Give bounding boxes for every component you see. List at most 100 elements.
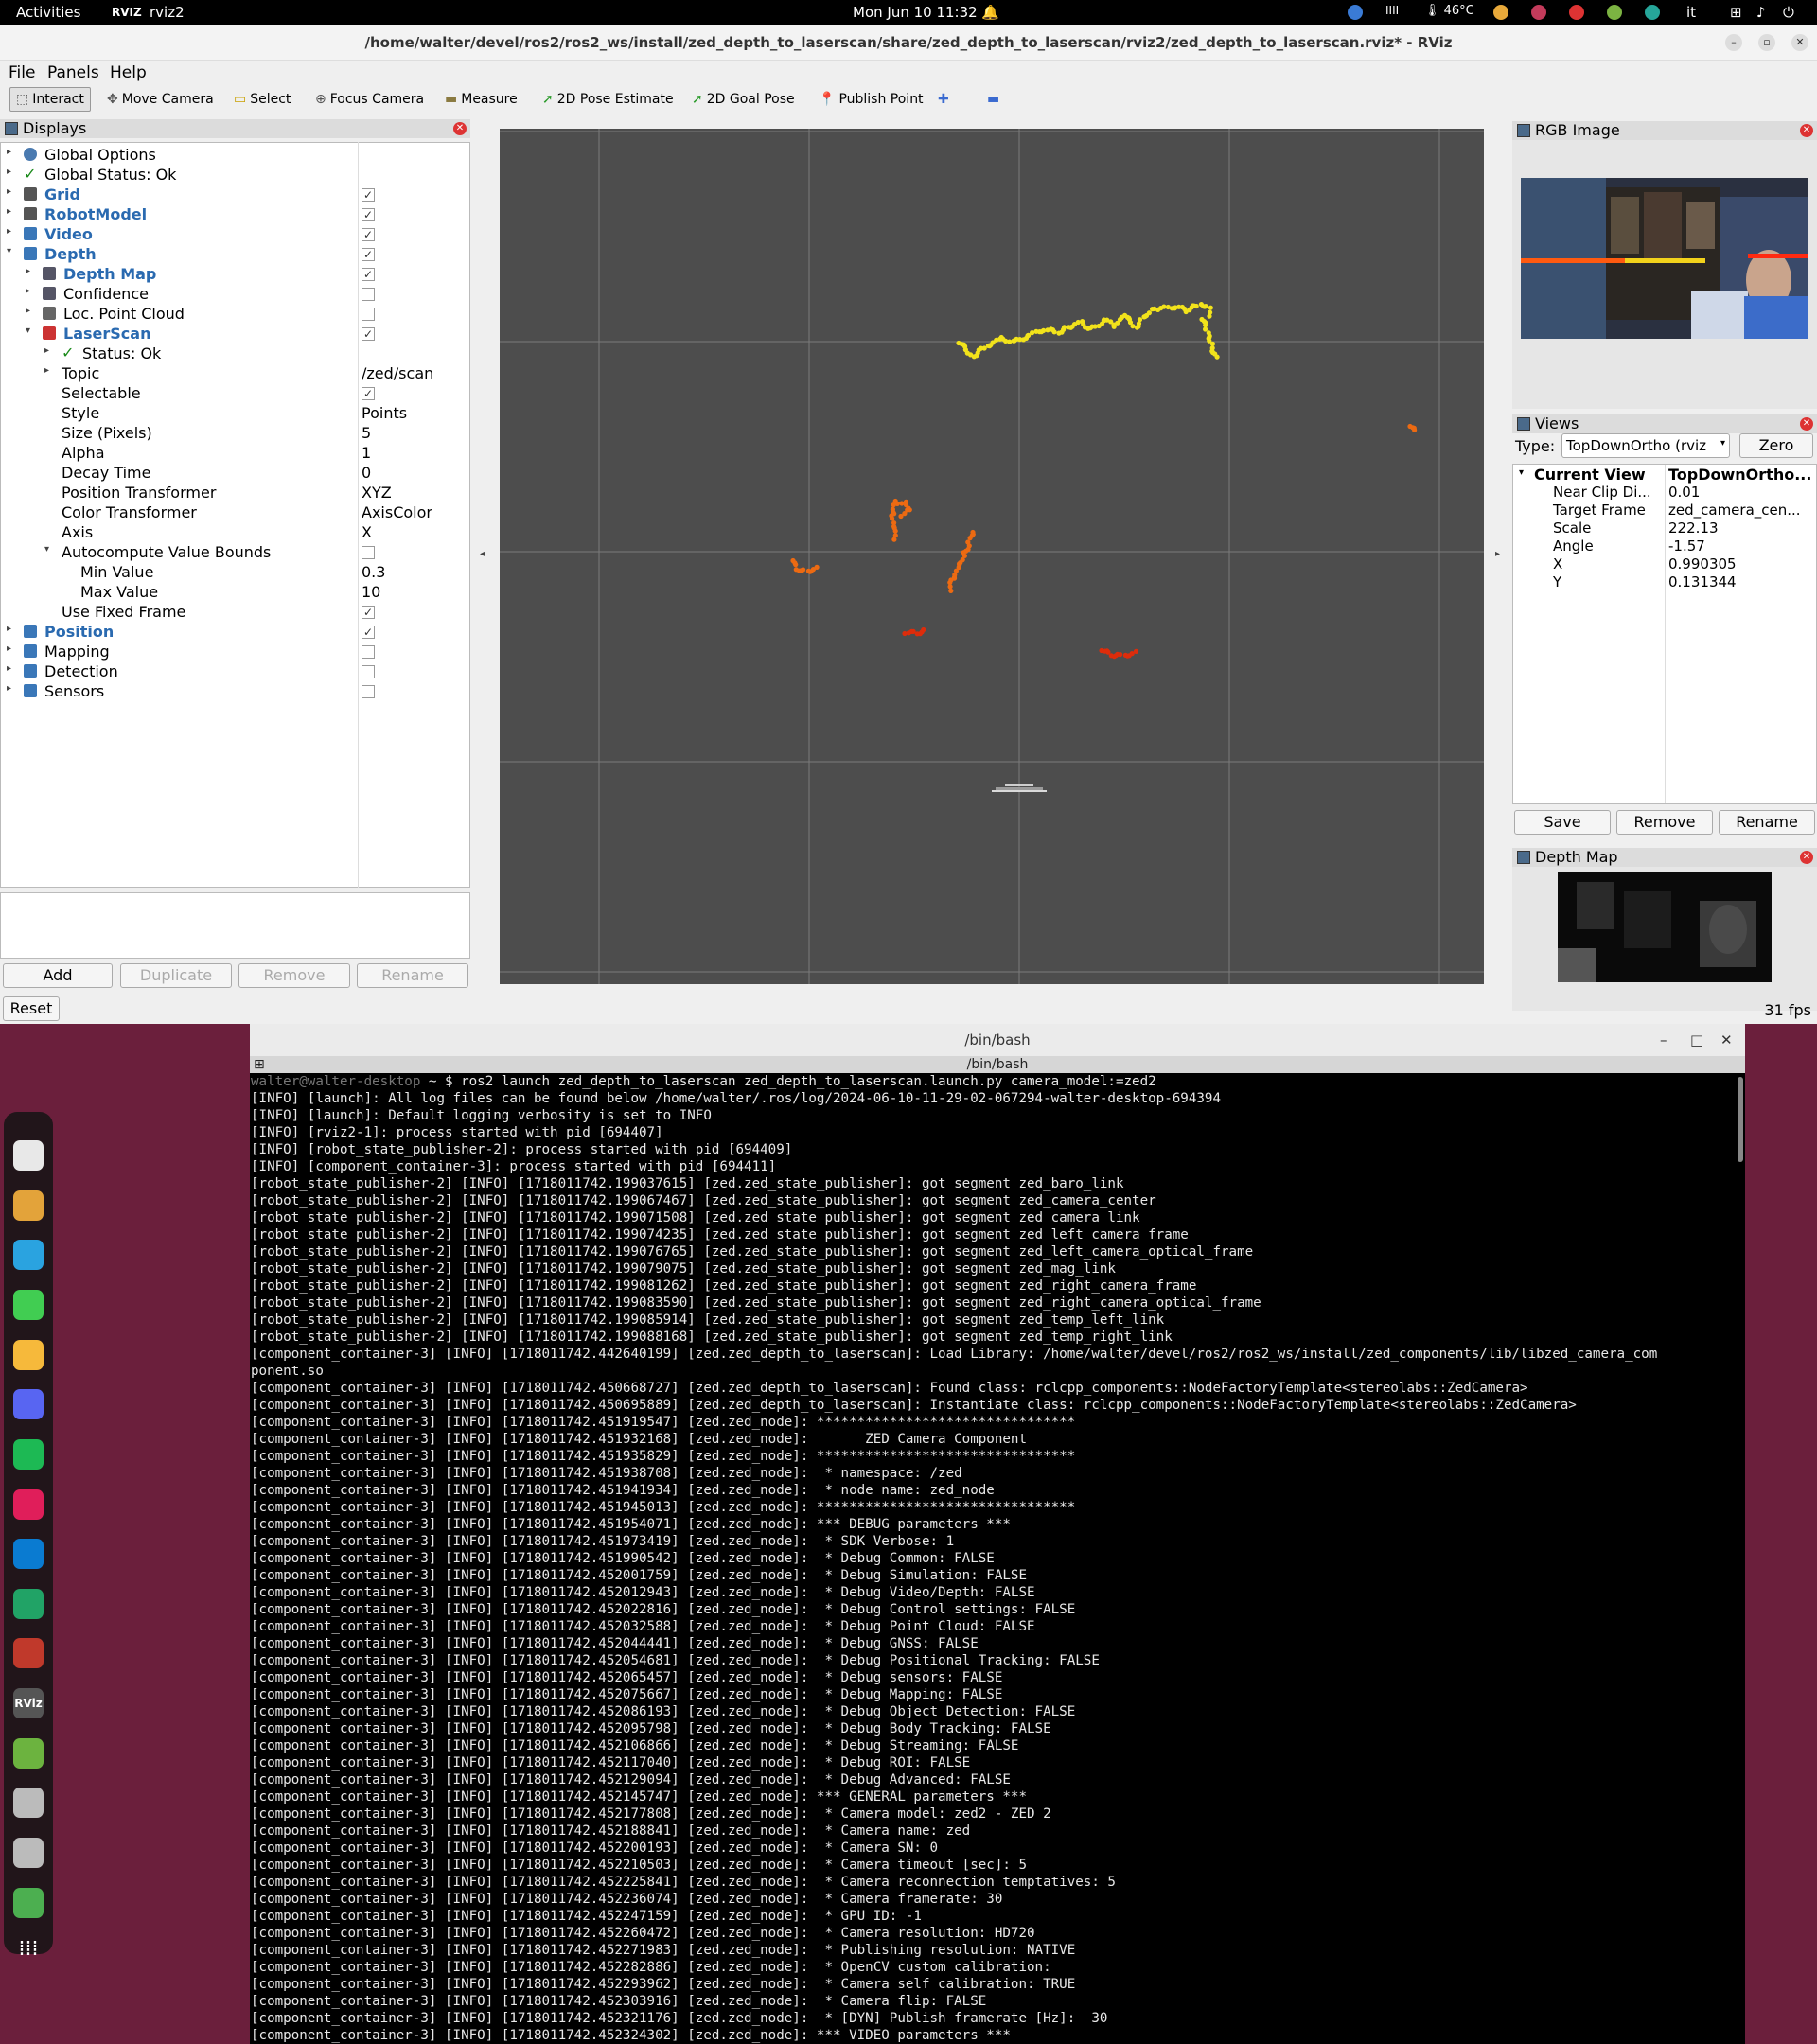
tree-row[interactable]: Position Transformer XYZ [1, 483, 469, 502]
sync-tray-icon[interactable] [1645, 5, 1660, 20]
expand-arrow-icon[interactable]: ▸ [7, 226, 11, 237]
terminal-scrollbar[interactable] [1738, 1077, 1743, 1162]
tree-row[interactable]: ▸ Video ✓ [1, 224, 469, 244]
new-tab-icon[interactable]: ⊞ [254, 1056, 265, 1073]
chrome-tray-icon[interactable] [1493, 5, 1508, 20]
checkbox[interactable] [362, 665, 375, 678]
expand-arrow-icon[interactable]: ▸ [7, 167, 11, 177]
tree-value[interactable]: 10 [362, 583, 380, 601]
expand-arrow-icon[interactable]: ▾ [1519, 467, 1524, 478]
tree-value[interactable]: XYZ [362, 484, 392, 502]
telegram-icon[interactable] [13, 1240, 44, 1271]
tree-value[interactable]: AxisColor [362, 503, 432, 521]
apps-grid-icon[interactable]: ⁞⁞⁞ [13, 1937, 44, 1967]
checkbox[interactable] [362, 546, 375, 559]
expand-arrow-icon[interactable]: ▸ [7, 624, 11, 634]
ssd2-icon[interactable] [13, 1837, 44, 1868]
views-rename-button[interactable]: Rename [1719, 810, 1815, 835]
terminal-tab[interactable]: ⊞ /bin/bash [250, 1056, 1745, 1073]
right-collapse-arrow-icon[interactable]: ▸ [1495, 549, 1500, 559]
presentation-icon[interactable] [13, 1638, 44, 1669]
trash-icon[interactable] [13, 1887, 44, 1918]
views-remove-button[interactable]: Remove [1616, 810, 1713, 835]
tree-row[interactable]: ▾ Autocompute Value Bounds [1, 542, 469, 562]
tree-row[interactable]: Axis X [1, 522, 469, 542]
menu-help[interactable]: Help [110, 63, 147, 82]
remove-tool-button[interactable]: ▬ [980, 87, 1006, 112]
clock[interactable]: Mon Jun 10 11:32 [853, 4, 978, 21]
tree-row[interactable]: Decay Time 0 [1, 463, 469, 483]
activities-button[interactable]: Activities [16, 4, 80, 21]
tool-2d-goal-pose[interactable]: ➚ 2D Goal Pose [685, 87, 802, 112]
view-type-select[interactable]: TopDownOrtho (rviz ▾ [1561, 433, 1730, 458]
expand-arrow-icon[interactable]: ▸ [26, 306, 30, 316]
tree-row[interactable]: ▸ Global Options [1, 145, 469, 165]
tree-value[interactable]: 0 [362, 464, 371, 482]
tool-measure[interactable]: ▬ Measure [438, 87, 524, 112]
tree-row[interactable]: ▸ Detection [1, 661, 469, 681]
checkbox[interactable]: ✓ [362, 606, 375, 619]
tool-interact[interactable]: ⬚ Interact [9, 87, 91, 112]
remove-button[interactable]: Remove [238, 963, 350, 988]
tree-value[interactable]: 5 [362, 424, 371, 442]
language-indicator[interactable]: it [1686, 4, 1696, 21]
views-save-button[interactable]: Save [1514, 810, 1611, 835]
views-properties[interactable]: ▾ Current View TopDownOrtho... Near Clip… [1512, 464, 1817, 804]
terminal-output[interactable]: walter@walter-desktop ~ $ ros2 launch ze… [250, 1073, 1736, 2044]
notify-tray-icon[interactable] [1569, 5, 1584, 20]
tree-row[interactable]: Style Points [1, 403, 469, 423]
qtcreator-icon[interactable] [13, 1290, 44, 1321]
tray-app-icon[interactable] [1348, 5, 1363, 20]
tree-row[interactable]: ▸ ✓ Status: Ok [1, 344, 469, 363]
checkbox[interactable] [362, 645, 375, 659]
view-prop-value[interactable]: 0.01 [1668, 484, 1700, 501]
rename-button[interactable]: Rename [357, 963, 468, 988]
tree-row[interactable]: Max Value 10 [1, 582, 469, 602]
slack-icon[interactable] [13, 1489, 44, 1520]
tool-focus-camera[interactable]: ⊕ Focus Camera [309, 87, 431, 112]
displays-tree[interactable]: ▸ Global Options ▸ ✓ Global Status: Ok ▸ Grid ✓… [0, 142, 470, 888]
app-menu-label[interactable]: rviz2 [150, 4, 185, 21]
expand-arrow-icon[interactable]: ▸ [7, 186, 11, 197]
add-tool-button[interactable]: ✚ [931, 87, 956, 112]
expand-arrow-icon[interactable]: ▸ [7, 663, 11, 674]
expand-arrow-icon[interactable]: ▸ [26, 266, 30, 276]
view-prop-value[interactable]: zed_camera_cen... [1668, 502, 1801, 519]
duplicate-button[interactable]: Duplicate [120, 963, 232, 988]
tree-row[interactable]: ▸ Sensors [1, 681, 469, 701]
expand-arrow-icon[interactable]: ▸ [7, 643, 11, 654]
tool-select[interactable]: ▭ Select [227, 87, 297, 112]
tree-row[interactable]: ▸ Grid ✓ [1, 185, 469, 204]
expand-arrow-icon[interactable]: ▸ [7, 206, 11, 217]
volume-icon[interactable]: ♪ [1756, 4, 1766, 21]
tool-publish-point[interactable]: 📍 Publish Point [812, 87, 930, 112]
tree-row[interactable]: Selectable ✓ [1, 383, 469, 403]
checkbox[interactable]: ✓ [362, 228, 375, 241]
rviz-icon[interactable]: RViz [13, 1688, 44, 1719]
reset-button[interactable]: Reset [3, 996, 60, 1021]
close-icon[interactable]: ✕ [1720, 1024, 1733, 1056]
checkbox[interactable]: ✓ [362, 268, 375, 281]
tool-2d-pose-estimate[interactable]: ➚ 2D Pose Estimate [536, 87, 680, 112]
tool-move-camera[interactable]: ✥ Move Camera [100, 87, 221, 112]
close-icon[interactable]: ✕ [1791, 34, 1808, 51]
tree-row[interactable]: Use Fixed Frame ✓ [1, 602, 469, 622]
checkbox[interactable]: ✓ [362, 626, 375, 639]
view-prop-value[interactable]: -1.57 [1668, 537, 1705, 555]
chrome-icon[interactable] [13, 1189, 44, 1221]
terminal-titlebar[interactable]: /bin/bash – □ ✕ [250, 1024, 1745, 1056]
tree-row[interactable]: ▸ RobotModel ✓ [1, 204, 469, 224]
expand-arrow-icon[interactable]: ▾ [44, 544, 49, 555]
tree-value[interactable]: Points [362, 404, 407, 422]
checkbox[interactable]: ✓ [362, 248, 375, 261]
view-prop-value[interactable]: 0.131344 [1668, 573, 1737, 590]
close-panel-icon[interactable]: ✕ [1800, 124, 1813, 137]
discord-icon[interactable] [13, 1389, 44, 1420]
disk-green-icon[interactable] [13, 1737, 44, 1769]
rviz-titlebar[interactable]: /home/walter/devel/ros2/ros2_ws/install/… [0, 25, 1817, 61]
vscode-icon[interactable] [13, 1539, 44, 1570]
checkbox[interactable]: ✓ [362, 387, 375, 400]
add-button[interactable]: Add [3, 963, 113, 988]
zero-button[interactable]: Zero [1739, 433, 1813, 458]
expand-arrow-icon[interactable]: ▾ [26, 326, 30, 336]
